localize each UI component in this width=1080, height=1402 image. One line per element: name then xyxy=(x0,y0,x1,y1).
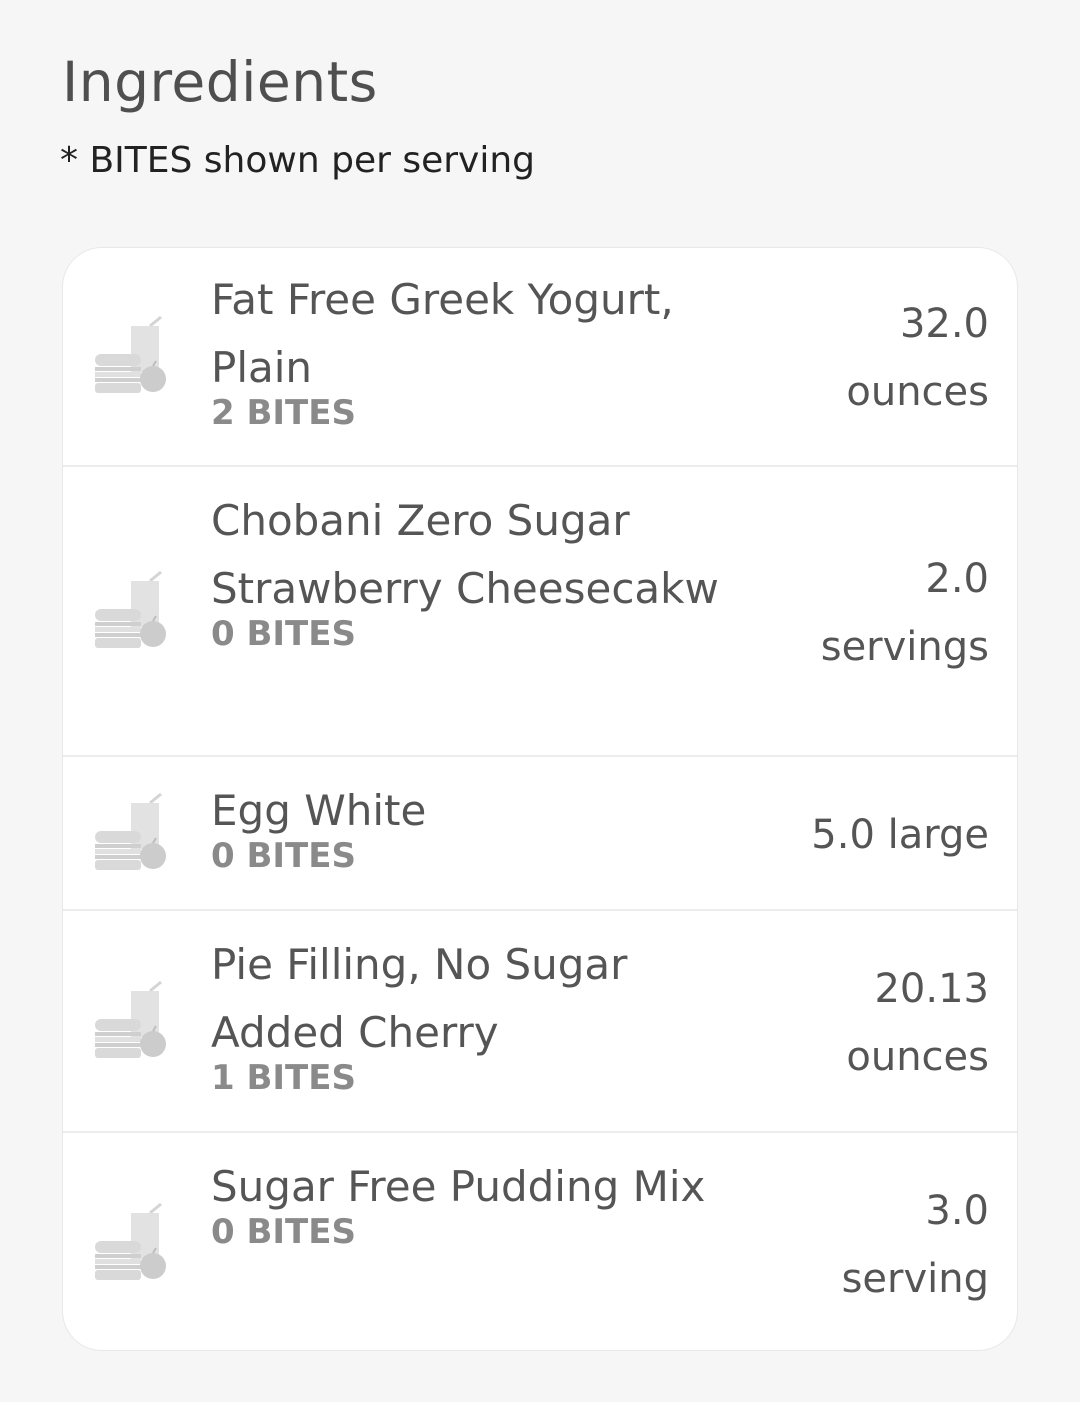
food-icon xyxy=(95,792,166,870)
ingredient-bites: 2 BITES xyxy=(211,393,356,433)
quantity-amount: 2.0 xyxy=(925,556,989,602)
quantity-unit: serving xyxy=(841,1256,989,1302)
ingredient-name: Sugar Free Pudding Mix xyxy=(211,1162,706,1211)
quantity-amount: 5.0 xyxy=(811,812,875,858)
ingredient-row[interactable]: Egg White 0 BITES 5.0 large xyxy=(63,757,1017,911)
ingredient-quantity: 3.0 serving xyxy=(749,1177,989,1313)
quantity-unit: large xyxy=(887,812,989,858)
page-title: Ingredients xyxy=(62,50,378,114)
bites-note: * BITES shown per serving xyxy=(60,140,536,181)
quantity-unit: ounces xyxy=(846,1034,989,1080)
quantity-amount: 20.13 xyxy=(874,966,989,1012)
food-icon xyxy=(95,570,166,648)
ingredient-row[interactable]: Chobani Zero Sugar Strawberry Cheesecakw… xyxy=(63,467,1017,757)
quantity-unit: servings xyxy=(820,624,989,670)
quantity-unit: ounces xyxy=(846,369,989,415)
ingredient-row[interactable]: Sugar Free Pudding Mix 0 BITES 3.0 servi… xyxy=(63,1133,1017,1350)
ingredient-quantity: 32.0 ounces xyxy=(749,290,989,426)
ingredient-row[interactable]: Fat Free Greek Yogurt, Plain 2 BITES 32.… xyxy=(63,248,1017,467)
quantity-amount: 32.0 xyxy=(899,301,989,347)
ingredient-name: Chobani Zero Sugar Strawberry Cheesecakw xyxy=(211,496,719,613)
ingredients-card: Fat Free Greek Yogurt, Plain 2 BITES 32.… xyxy=(62,247,1018,1351)
ingredient-name: Egg White xyxy=(211,786,427,835)
ingredient-quantity: 20.13 ounces xyxy=(749,955,989,1091)
quantity-amount: 3.0 xyxy=(925,1188,989,1234)
ingredient-row[interactable]: Pie Filling, No Sugar Added Cherry 1 BIT… xyxy=(63,911,1017,1133)
food-icon xyxy=(95,1202,166,1280)
food-icon xyxy=(95,980,166,1058)
ingredient-quantity: 2.0 servings xyxy=(749,545,989,681)
ingredient-bites: 0 BITES xyxy=(211,836,356,876)
ingredient-name: Pie Filling, No Sugar Added Cherry xyxy=(211,940,628,1057)
ingredient-name: Fat Free Greek Yogurt, Plain xyxy=(211,275,674,392)
food-icon xyxy=(95,315,166,393)
ingredient-quantity: 5.0 large xyxy=(749,801,989,869)
